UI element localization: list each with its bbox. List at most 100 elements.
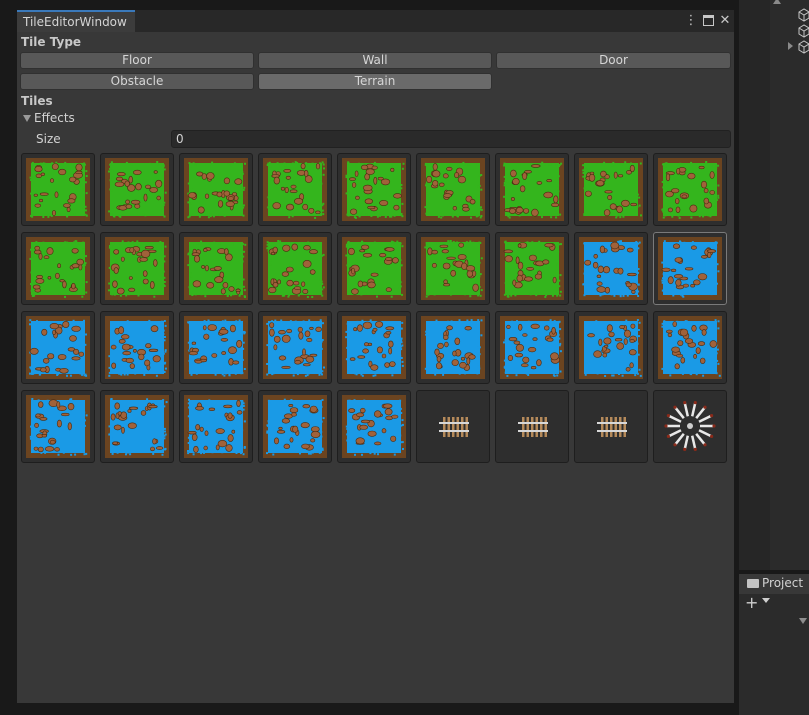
tile-grass[interactable] — [337, 232, 411, 305]
window-tab[interactable]: TileEditorWindow — [17, 10, 135, 32]
tile-water[interactable] — [21, 390, 95, 463]
tile-water[interactable] — [21, 311, 95, 384]
tile-type-label: Tile Type — [21, 35, 82, 49]
chevron-down-icon[interactable] — [799, 618, 807, 624]
tile-image — [500, 237, 564, 300]
tile-grass[interactable] — [258, 232, 332, 305]
tiles-label: Tiles — [21, 94, 53, 108]
tile-image — [105, 316, 169, 379]
tile-type-button-floor[interactable]: Floor — [20, 52, 254, 69]
effects-label: Effects — [34, 111, 75, 125]
tile-image — [500, 316, 564, 379]
tile-image — [263, 395, 327, 458]
tile-grass[interactable] — [337, 153, 411, 226]
rail-track-icon — [597, 417, 627, 437]
project-tab[interactable]: Project — [739, 574, 809, 594]
tile-image — [26, 395, 90, 458]
kebab-menu-icon[interactable]: ⋮ — [684, 13, 698, 29]
tile-water[interactable] — [337, 311, 411, 384]
folder-icon — [747, 579, 759, 588]
tile-image — [105, 237, 169, 300]
project-tab-label: Project — [762, 576, 804, 590]
tile-water[interactable] — [653, 232, 727, 305]
tile-grass[interactable] — [574, 153, 648, 226]
tile-water[interactable] — [100, 390, 174, 463]
tile-image — [342, 158, 406, 221]
tile-image — [342, 237, 406, 300]
tile-grass[interactable] — [100, 153, 174, 226]
tile-image — [105, 158, 169, 221]
window-tab-bar: TileEditorWindow ⋮ ✕ — [17, 10, 734, 32]
project-panel: Project + — [739, 574, 809, 715]
tile-image — [342, 395, 406, 458]
tile-image — [105, 395, 169, 458]
tile-image — [579, 158, 643, 221]
tile-image — [658, 158, 722, 221]
tile-type-button-obstacle[interactable]: Obstacle — [20, 73, 254, 90]
size-field[interactable]: 0 — [171, 130, 731, 148]
tile-image — [184, 316, 248, 379]
tile-rail[interactable] — [574, 390, 648, 463]
tile-water[interactable] — [495, 311, 569, 384]
tile-image — [421, 316, 485, 379]
foldout-triangle-icon — [23, 115, 31, 122]
tile-image — [184, 395, 248, 458]
tile-image — [26, 237, 90, 300]
tile-water[interactable] — [574, 232, 648, 305]
tile-image — [26, 158, 90, 221]
tile-water[interactable] — [258, 311, 332, 384]
spikes-icon — [664, 401, 716, 451]
tile-grass[interactable] — [653, 153, 727, 226]
tile-grass[interactable] — [416, 232, 490, 305]
tile-image — [184, 158, 248, 221]
plus-icon[interactable]: + — [745, 595, 758, 611]
tile-water[interactable] — [258, 390, 332, 463]
tile-grass[interactable] — [495, 153, 569, 226]
tile-rail[interactable] — [495, 390, 569, 463]
maximize-icon[interactable] — [701, 13, 715, 29]
tile-type-button-wall[interactable]: Wall — [258, 52, 492, 69]
tile-grass[interactable] — [179, 232, 253, 305]
hierarchy-items — [773, 0, 809, 54]
tile-image — [421, 158, 485, 221]
hierarchy-gutter — [739, 0, 770, 570]
tile-image — [500, 158, 564, 221]
tile-water[interactable] — [179, 311, 253, 384]
close-icon[interactable]: ✕ — [718, 13, 732, 29]
tile-grass[interactable] — [495, 232, 569, 305]
add-dropdown-icon[interactable] — [762, 598, 770, 603]
tile-image — [263, 237, 327, 300]
tile-grass[interactable] — [21, 232, 95, 305]
tile-type-button-terrain[interactable]: Terrain — [258, 73, 492, 90]
tile-spikes[interactable] — [653, 390, 727, 463]
tile-water[interactable] — [100, 311, 174, 384]
tile-water[interactable] — [337, 390, 411, 463]
tile-grass[interactable] — [258, 153, 332, 226]
tile-grass[interactable] — [100, 232, 174, 305]
tile-water[interactable] — [653, 311, 727, 384]
tile-image — [263, 316, 327, 379]
tile-grass[interactable] — [416, 153, 490, 226]
tile-image — [26, 316, 90, 379]
tile-image — [342, 316, 406, 379]
tile-image — [579, 237, 643, 300]
tile-water[interactable] — [574, 311, 648, 384]
tile-grass[interactable] — [21, 153, 95, 226]
tile-image — [658, 316, 722, 379]
tile-image — [658, 237, 722, 300]
tile-image — [579, 316, 643, 379]
window-tab-title: TileEditorWindow — [23, 15, 127, 29]
tile-rail[interactable] — [416, 390, 490, 463]
tile-image — [421, 237, 485, 300]
hierarchy-panel — [739, 0, 809, 570]
size-label: Size — [36, 132, 61, 146]
tile-editor-window: TileEditorWindow ⋮ ✕ Tile Type Floor Wall… — [17, 10, 734, 703]
tile-type-button-door[interactable]: Door — [496, 52, 731, 69]
tile-water[interactable] — [416, 311, 490, 384]
rail-track-icon — [439, 417, 469, 437]
tile-grass[interactable] — [179, 153, 253, 226]
tile-water[interactable] — [179, 390, 253, 463]
tile-image — [263, 158, 327, 221]
rail-track-icon — [518, 417, 548, 437]
tile-image — [184, 237, 248, 300]
